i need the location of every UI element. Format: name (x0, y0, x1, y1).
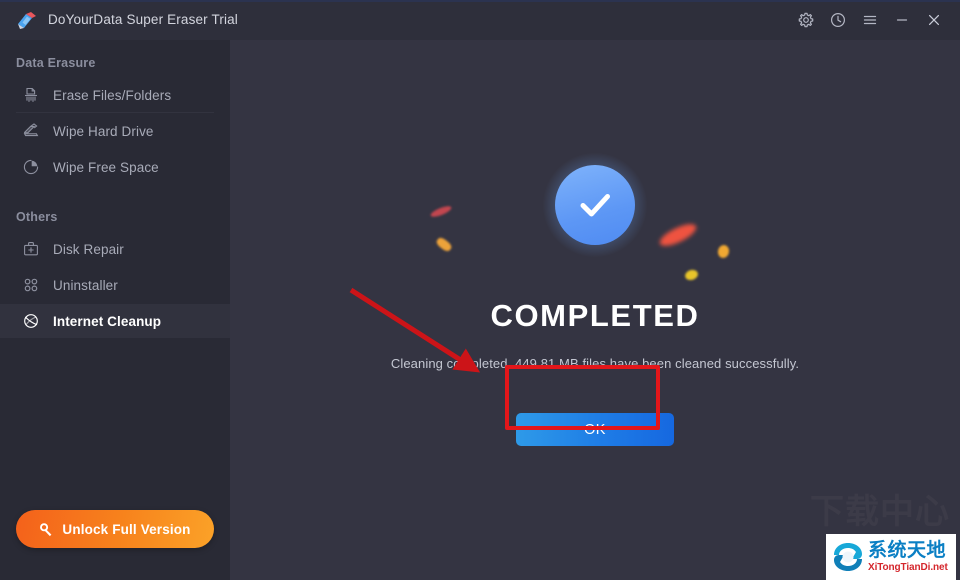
sidebar-item-wipe-hard-drive[interactable]: Wipe Hard Drive (0, 114, 230, 148)
confetti-particle (683, 268, 700, 282)
sidebar-item-internet-cleanup[interactable]: Internet Cleanup (0, 304, 230, 338)
confetti-particle (429, 204, 453, 219)
watermark-text: 下载中心 (810, 493, 950, 531)
title-bar: DoYourData Super Eraser Trial (0, 0, 960, 40)
sidebar-divider (16, 112, 214, 113)
eraser-logo-icon (16, 11, 38, 30)
checkmark-circle-icon (542, 152, 648, 258)
watermark-logo-icon (828, 537, 868, 577)
sidebar-item-wipe-free-space[interactable]: Wipe Free Space (0, 150, 230, 184)
sidebar-item-label: Wipe Free Space (53, 159, 159, 175)
pie-chart-icon (22, 158, 40, 176)
application-window: DoYourData Super Eraser Trial Data Erasu… (0, 0, 960, 580)
sidebar-item-label: Disk Repair (53, 241, 124, 257)
wipe-drive-icon (22, 122, 40, 140)
watermark-cn-label: 系统天地 (868, 540, 947, 561)
confetti-particle (434, 236, 454, 253)
settings-button[interactable] (790, 0, 822, 40)
sidebar-item-uninstaller[interactable]: Uninstaller (0, 268, 230, 302)
sidebar-item-label: Internet Cleanup (53, 313, 162, 329)
unlock-full-version-button[interactable]: Unlock Full Version (16, 510, 214, 548)
sidebar-group-title-others: Others (16, 210, 58, 224)
confetti-particle (716, 243, 731, 260)
sidebar-item-disk-repair[interactable]: Disk Repair (0, 232, 230, 266)
sidebar-item-label: Uninstaller (53, 277, 118, 293)
sidebar-group-title-data-erasure: Data Erasure (16, 56, 96, 70)
first-aid-kit-icon (22, 240, 40, 258)
sidebar-item-erase-files-folders[interactable]: Erase Files/Folders (0, 78, 230, 112)
window-title: DoYourData Super Eraser Trial (48, 12, 238, 27)
checkmark-circle (555, 165, 635, 245)
watermark-labels: 系统天地 XiTongTianDi.net (868, 541, 948, 573)
sidebar-item-label: Erase Files/Folders (53, 87, 172, 103)
minimize-button[interactable] (886, 0, 918, 40)
annotation-arrow-icon (349, 287, 481, 373)
watermark-en-label: XiTongTianDi.net (868, 562, 948, 573)
shredder-icon (22, 86, 40, 104)
globe-icon (22, 312, 40, 330)
menu-button[interactable] (854, 0, 886, 40)
confetti-particle (656, 219, 700, 251)
close-button[interactable] (918, 0, 950, 40)
history-button[interactable] (822, 0, 854, 40)
sidebar: Data Erasure Erase Files/Folders Wipe Ha… (0, 40, 230, 580)
annotation-highlight-box (505, 365, 660, 430)
watermark-logo: 系统天地 XiTongTianDi.net (826, 534, 956, 580)
grid-dots-icon (22, 276, 40, 294)
sidebar-item-label: Wipe Hard Drive (53, 123, 154, 139)
unlock-full-version-label: Unlock Full Version (62, 521, 191, 537)
key-icon (39, 522, 54, 537)
window-controls (790, 0, 950, 40)
